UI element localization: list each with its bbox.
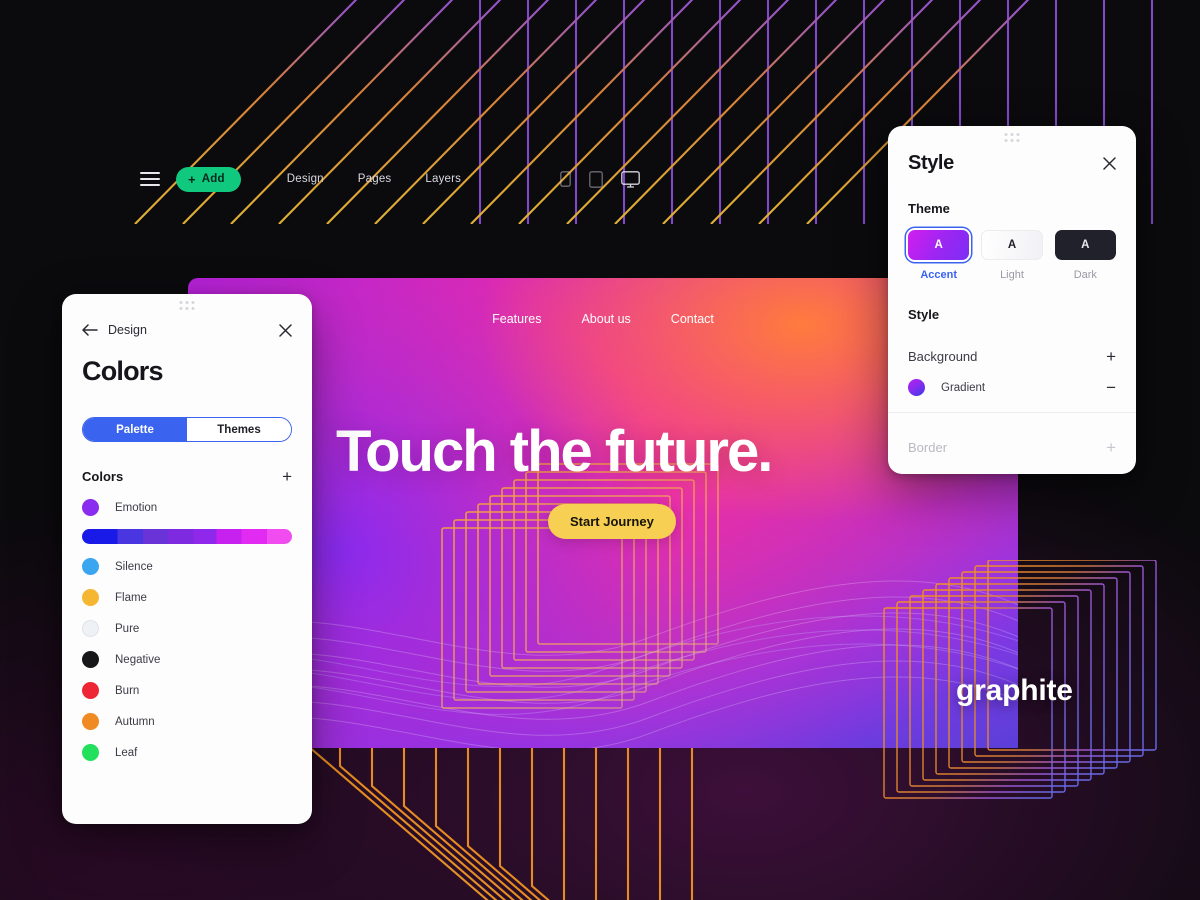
gradient-ramp-emotion[interactable] <box>82 529 292 544</box>
color-dot-flame <box>82 589 99 606</box>
swatch-label-pure: Pure <box>115 622 140 635</box>
device-switcher <box>560 170 640 188</box>
theme-caption-light: Light <box>1000 269 1024 281</box>
theme-option-accent[interactable]: A Accent <box>908 230 970 281</box>
add-color-button[interactable]: + <box>282 468 292 485</box>
theme-swatch-light: A <box>981 230 1043 260</box>
close-icon[interactable] <box>279 323 292 337</box>
hamburger-menu-icon[interactable] <box>140 172 160 186</box>
gradient-color-dot <box>908 379 925 396</box>
swatch-label-emotion: Emotion <box>115 501 158 514</box>
swatch-label-leaf: Leaf <box>115 746 138 759</box>
colors-panel[interactable]: Design Colors Palette Themes Colors + Em… <box>62 294 312 824</box>
swatch-row-burn[interactable]: Burn <box>82 682 292 699</box>
colors-section-header: Colors + <box>82 468 292 485</box>
color-dot-pure <box>82 620 99 637</box>
arrow-left-icon[interactable] <box>82 324 98 336</box>
palette-themes-toggle[interactable]: Palette Themes <box>82 417 292 442</box>
remove-gradient-button[interactable]: − <box>1106 379 1116 396</box>
add-border-button[interactable]: + <box>1106 439 1116 456</box>
style-row-background[interactable]: Background + <box>908 348 1116 365</box>
swatch-label-silence: Silence <box>115 560 153 573</box>
swatch-row-flame[interactable]: Flame <box>82 589 292 606</box>
style-row-gradient[interactable]: Gradient − <box>908 379 1116 396</box>
hero-headline: Touch the future. <box>336 419 773 484</box>
theme-section-label: Theme <box>908 201 950 216</box>
add-button-label: Add <box>201 173 225 185</box>
theme-caption-dark: Dark <box>1073 269 1097 281</box>
style-section-label: Style <box>908 307 940 322</box>
style-section-header: Style <box>908 307 1116 322</box>
theme-section-header: Theme <box>908 201 1116 216</box>
theme-option-dark[interactable]: A Dark <box>1054 230 1116 281</box>
swatch-label-burn: Burn <box>115 684 140 697</box>
tab-palette[interactable]: Palette <box>83 418 187 441</box>
panel-drag-handle[interactable] <box>1004 133 1020 142</box>
color-dot-leaf <box>82 744 99 761</box>
add-button[interactable]: + Add <box>176 166 241 192</box>
brand-wireframe-block: graphite <box>880 560 1170 840</box>
phone-icon[interactable] <box>560 171 571 187</box>
desktop-icon[interactable] <box>621 170 640 188</box>
swatch-row-autumn[interactable]: Autumn <box>82 713 292 730</box>
isometric-cube-wireframe <box>441 463 719 709</box>
close-icon[interactable] <box>1103 157 1116 170</box>
panel-drag-handle[interactable] <box>179 301 195 310</box>
color-dot-silence <box>82 558 99 575</box>
theme-swatch-dark: A <box>1054 230 1116 260</box>
start-journey-button[interactable]: Start Journey <box>548 504 676 539</box>
swatch-row-silence[interactable]: Silence <box>82 558 292 575</box>
swatch-row-pure[interactable]: Pure <box>82 620 292 637</box>
colors-panel-back-label: Design <box>108 323 147 337</box>
nav-item-about-us[interactable]: About us <box>581 312 630 326</box>
swatch-label-flame: Flame <box>115 591 147 604</box>
style-row-label-background: Background <box>908 349 978 364</box>
swatch-label-negative: Negative <box>115 653 161 666</box>
brand-wordmark: graphite <box>956 674 1073 707</box>
style-panel-divider <box>888 412 1136 413</box>
color-dot-burn <box>82 682 99 699</box>
style-panel-title: Style <box>908 152 954 174</box>
theme-selector: A Accent A Light A Dark <box>908 230 1116 281</box>
swatch-row-negative[interactable]: Negative <box>82 651 292 668</box>
colors-section-label: Colors <box>82 469 124 484</box>
swatch-row-leaf[interactable]: Leaf <box>82 744 292 761</box>
nav-item-features[interactable]: Features <box>492 312 541 326</box>
style-row-label-border: Border <box>908 440 948 455</box>
theme-swatch-accent: A <box>908 230 970 260</box>
nav-item-contact[interactable]: Contact <box>671 312 714 326</box>
style-panel[interactable]: Style Theme A Accent A Light A Dark Styl… <box>888 126 1136 474</box>
toolbar-item-pages[interactable]: Pages <box>358 173 392 185</box>
toolbar-item-design[interactable]: Design <box>287 173 324 185</box>
color-swatch-list: Silence Flame Pure Negative Burn Autumn Leaf <box>62 558 312 761</box>
add-background-button[interactable]: + <box>1106 348 1116 365</box>
color-dot-negative <box>82 651 99 668</box>
plus-icon: + <box>188 171 196 187</box>
app-canvas: + Add Design Pages Layers Features About… <box>0 0 1200 900</box>
tab-themes[interactable]: Themes <box>187 418 291 441</box>
style-row-border[interactable]: Border + <box>908 439 1116 456</box>
style-row-label-gradient: Gradient <box>941 381 986 394</box>
theme-option-light[interactable]: A Light <box>981 230 1043 281</box>
color-dot-autumn <box>82 713 99 730</box>
tablet-icon[interactable] <box>589 170 603 188</box>
colors-panel-title: Colors <box>82 356 164 386</box>
toolbar-item-layers[interactable]: Layers <box>425 173 461 185</box>
theme-caption-accent: Accent <box>920 269 957 281</box>
swatch-row-emotion[interactable]: Emotion <box>82 499 292 516</box>
swatch-label-autumn: Autumn <box>115 715 155 728</box>
color-dot-emotion <box>82 499 99 516</box>
